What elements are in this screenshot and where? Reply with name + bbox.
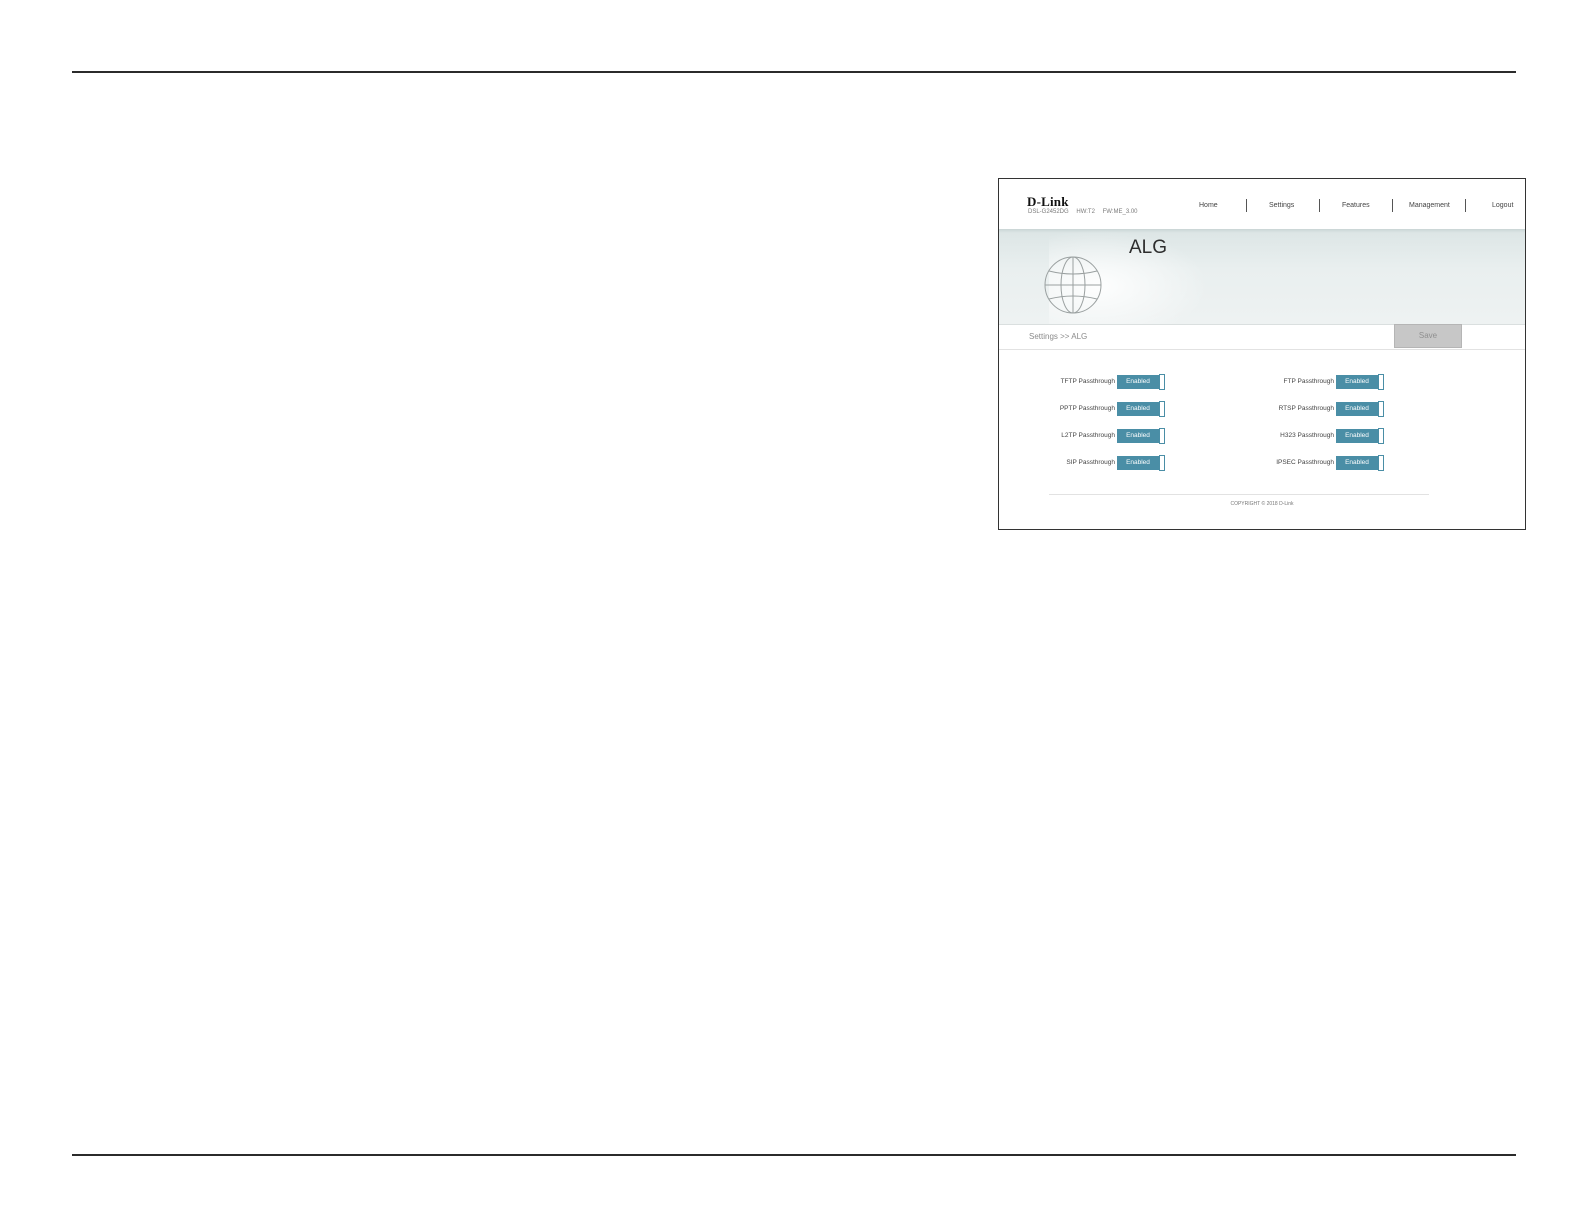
option-label: IPSEC Passthrough <box>1276 459 1334 466</box>
breadcrumb: Settings >> ALG <box>1029 332 1088 341</box>
toggle-knob <box>1159 374 1165 390</box>
toggle-state: Enabled <box>1336 375 1378 389</box>
top-rule <box>72 71 1516 73</box>
nav-management[interactable]: Management <box>1409 202 1450 209</box>
hardware-version: HW:T2 <box>1076 209 1095 215</box>
toggle-state: Enabled <box>1117 456 1159 470</box>
model-name: DSL-G2452DG <box>1028 209 1069 215</box>
toggle-state: Enabled <box>1336 402 1378 416</box>
model-info: DSL-G2452DG HW:T2 FW:ME_3.00 <box>1028 209 1144 215</box>
l2tp-passthrough-toggle[interactable]: Enabled <box>1117 428 1167 445</box>
option-label: TFTP Passthrough <box>1060 378 1115 385</box>
globe-icon <box>1044 256 1102 314</box>
page-title: ALG <box>1129 237 1168 258</box>
option-label: FTP Passthrough <box>1283 378 1334 385</box>
toggle-knob <box>1378 428 1384 444</box>
toggle-knob <box>1159 401 1165 417</box>
toggle-knob <box>1378 374 1384 390</box>
toggle-state: Enabled <box>1117 402 1159 416</box>
option-label: RTSP Passthrough <box>1278 405 1334 412</box>
sip-passthrough-toggle[interactable]: Enabled <box>1117 455 1167 472</box>
save-button[interactable]: Save <box>1394 324 1462 348</box>
sip-passthrough-row: SIP Passthrough Enabled <box>1039 455 1169 471</box>
ipsec-passthrough-row: IPSEC Passthrough Enabled <box>1258 455 1388 471</box>
tftp-passthrough-row: TFTP Passthrough Enabled <box>1039 374 1169 390</box>
option-label: H323 Passthrough <box>1280 432 1334 439</box>
pptp-passthrough-row: PPTP Passthrough Enabled <box>1039 401 1169 417</box>
nav-separator <box>1319 199 1320 212</box>
tftp-passthrough-toggle[interactable]: Enabled <box>1117 374 1167 391</box>
toggle-knob <box>1378 401 1384 417</box>
dlink-logo: D-Link <box>1027 194 1069 209</box>
option-label: L2TP Passthrough <box>1061 432 1115 439</box>
nav-home[interactable]: Home <box>1199 202 1218 209</box>
h323-passthrough-row: H323 Passthrough Enabled <box>1258 428 1388 444</box>
rtsp-passthrough-toggle[interactable]: Enabled <box>1336 401 1386 418</box>
page-banner: ALG <box>999 229 1525 325</box>
copyright-text: COPYRIGHT © 2018 D-Link <box>1230 501 1294 507</box>
footer-divider <box>1049 494 1429 495</box>
nav-logout[interactable]: Logout <box>1492 202 1513 209</box>
pptp-passthrough-toggle[interactable]: Enabled <box>1117 401 1167 418</box>
header: D-Link DSL-G2452DG HW:T2 FW:ME_3.00 Home… <box>999 179 1525 229</box>
firmware-version: FW:ME_3.00 <box>1102 209 1138 215</box>
toggle-knob <box>1159 428 1165 444</box>
toggle-state: Enabled <box>1336 456 1378 470</box>
option-label: SIP Passthrough <box>1066 459 1115 466</box>
ftp-passthrough-row: FTP Passthrough Enabled <box>1258 374 1388 390</box>
bottom-rule <box>72 1154 1516 1156</box>
toggle-knob <box>1159 455 1165 471</box>
l2tp-passthrough-row: L2TP Passthrough Enabled <box>1039 428 1169 444</box>
nav-separator <box>1392 199 1393 212</box>
h323-passthrough-toggle[interactable]: Enabled <box>1336 428 1386 445</box>
nav-features[interactable]: Features <box>1342 202 1370 209</box>
ipsec-passthrough-toggle[interactable]: Enabled <box>1336 455 1386 472</box>
rtsp-passthrough-row: RTSP Passthrough Enabled <box>1258 401 1388 417</box>
ftp-passthrough-toggle[interactable]: Enabled <box>1336 374 1386 391</box>
toggle-knob <box>1378 455 1384 471</box>
option-label: PPTP Passthrough <box>1059 405 1115 412</box>
nav-settings[interactable]: Settings <box>1269 202 1294 209</box>
nav-separator <box>1465 199 1466 212</box>
toggle-state: Enabled <box>1336 429 1378 443</box>
toggle-state: Enabled <box>1117 375 1159 389</box>
router-ui-screenshot: D-Link DSL-G2452DG HW:T2 FW:ME_3.00 Home… <box>998 178 1526 530</box>
breadcrumb-bar: Settings >> ALG Save <box>999 324 1525 350</box>
toggle-state: Enabled <box>1117 429 1159 443</box>
nav-separator <box>1246 199 1247 212</box>
